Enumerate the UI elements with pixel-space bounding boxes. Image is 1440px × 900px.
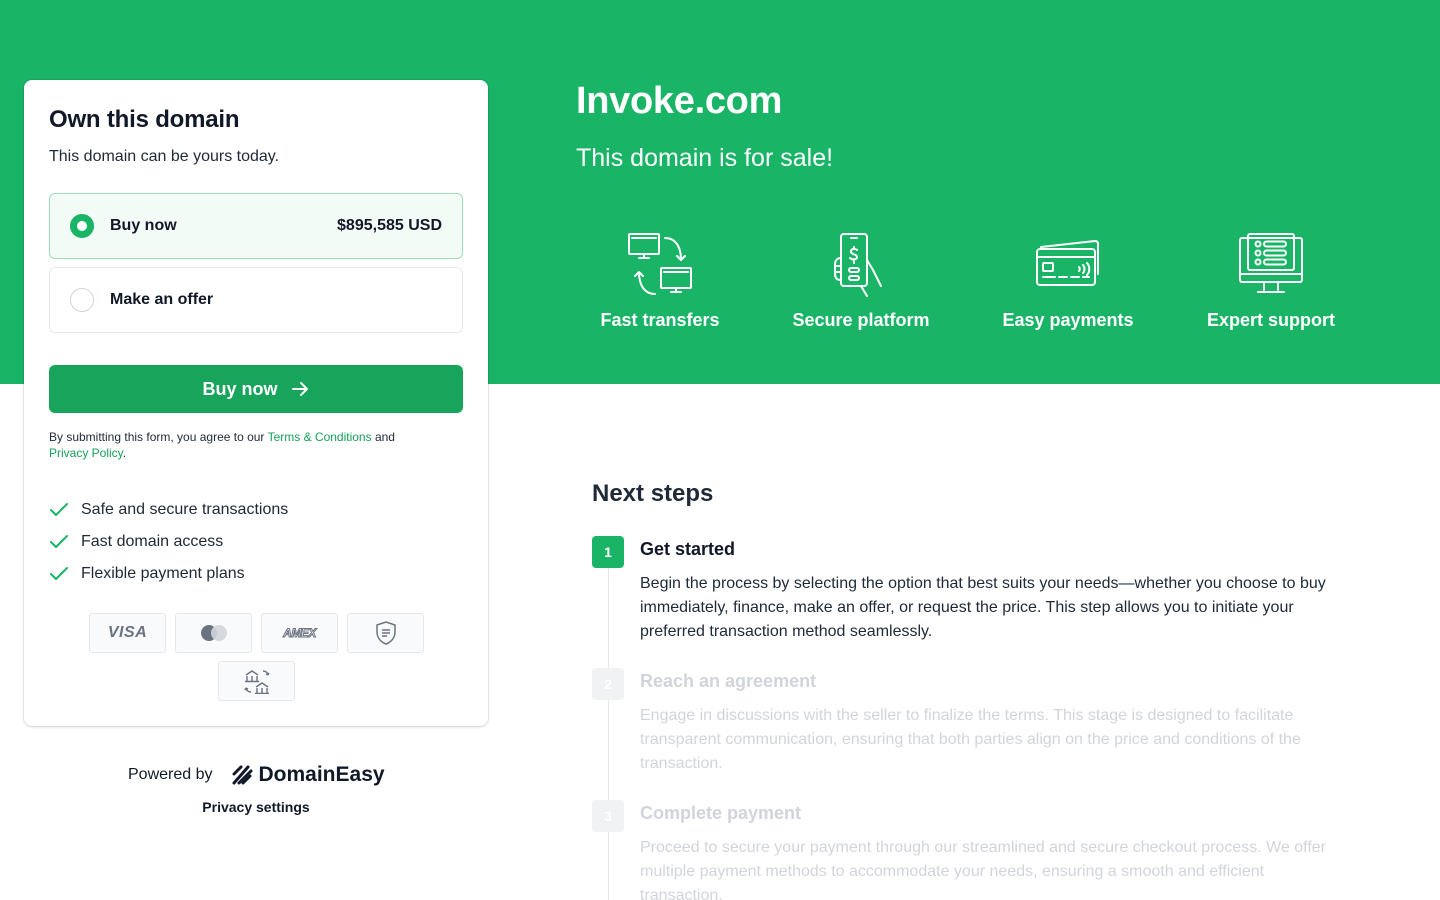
step-number-3: 3 (592, 800, 624, 832)
radio-make-offer[interactable] (70, 288, 94, 312)
step-number-2: 2 (592, 668, 624, 700)
buy-now-button[interactable]: Buy now (49, 365, 463, 413)
feature-list: Safe and secure transactions Fast domain… (49, 494, 288, 590)
amex-icon: AMEX (261, 613, 338, 653)
step-body-3: Proceed to secure your payment through o… (640, 839, 1326, 900)
hero-feature-easy-payments: Easy payments (1001, 228, 1135, 331)
escrow-shield-icon (347, 613, 424, 653)
arrow-right-icon (291, 382, 308, 396)
hero-feature-label: Expert support (1206, 310, 1335, 330)
feature-text: Safe and secure transactions (81, 501, 289, 518)
step-title-3: Complete payment (640, 803, 802, 823)
option-label: Buy now (110, 217, 177, 234)
next-steps-title: Next steps (592, 480, 714, 507)
terms-text: By submitting this form, you agree to ou… (49, 429, 449, 461)
hero-feature-label: Easy payments (1002, 310, 1134, 330)
feature-item: Safe and secure transactions (49, 494, 288, 526)
check-icon (50, 567, 68, 580)
check-icon (50, 503, 68, 516)
amex-text: AMEX (283, 626, 317, 641)
hero-feature-label: Fast transfers (600, 310, 720, 330)
transfer-icon (628, 233, 692, 295)
feature-item: Flexible payment plans (49, 558, 288, 590)
powered-by: Powered by DomainEasy (128, 762, 385, 788)
for-sale-tagline: This domain is for sale! (576, 144, 834, 172)
mastercard-icon (175, 613, 252, 653)
hero-feature-fast-transfers: Fast transfers (598, 228, 722, 331)
check-icon (50, 535, 68, 548)
visa-icon: VISA (89, 613, 166, 653)
brand-name: DomainEasy (258, 763, 385, 786)
terms-mid: and (371, 430, 395, 444)
payment-methods-row2 (218, 661, 295, 701)
option-make-offer[interactable]: Make an offer (49, 267, 463, 333)
domaineasy-logo[interactable]: DomainEasy (229, 762, 385, 788)
terms-link[interactable]: Terms & Conditions (268, 430, 372, 444)
hero-feature-secure-platform: Secure platform (790, 228, 932, 331)
powered-by-text: Powered by (128, 766, 213, 783)
visa-text: VISA (107, 624, 148, 641)
secure-phone-icon (834, 233, 882, 297)
purchase-card: Own this domain This domain can be yours… (24, 80, 488, 726)
feature-text: Fast domain access (81, 533, 224, 550)
domain-name: Invoke.com (576, 80, 783, 122)
option-label: Make an offer (110, 291, 214, 308)
option-buy-now[interactable]: Buy now $895,585 USD (49, 193, 463, 259)
card-title: Own this domain (49, 106, 240, 133)
hero-feature-expert-support: Expert support (1204, 228, 1338, 331)
option-price: $895,585 USD (337, 217, 442, 234)
step-number-1: 1 (592, 536, 624, 568)
credit-card-icon (1036, 240, 1099, 286)
terms-suffix: . (122, 446, 127, 460)
terms-prefix: By submitting this form, you agree to ou… (49, 430, 268, 444)
privacy-policy-link[interactable]: Privacy Policy (49, 446, 123, 460)
steps-timeline-line (608, 560, 609, 900)
support-monitor-icon (1239, 233, 1303, 293)
payment-methods: VISA AMEX (89, 613, 424, 653)
domaineasy-logo-icon (232, 765, 252, 785)
feature-item: Fast domain access (49, 526, 288, 558)
hero-feature-label: Secure platform (792, 310, 930, 330)
feature-text: Flexible payment plans (81, 565, 245, 582)
buy-now-label: Buy now (202, 378, 278, 399)
step-title-1: Get started (640, 539, 736, 559)
step-body-2: Engage in discussions with the seller to… (640, 707, 1301, 772)
bank-transfer-icon (218, 661, 295, 701)
step-title-2: Reach an agreement (640, 671, 817, 691)
step-body-1: Begin the process by selecting the optio… (640, 575, 1326, 640)
radio-buy-now[interactable] (70, 214, 94, 238)
privacy-settings-link[interactable]: Privacy settings (0, 799, 512, 815)
card-subtitle: This domain can be yours today. (49, 148, 280, 165)
